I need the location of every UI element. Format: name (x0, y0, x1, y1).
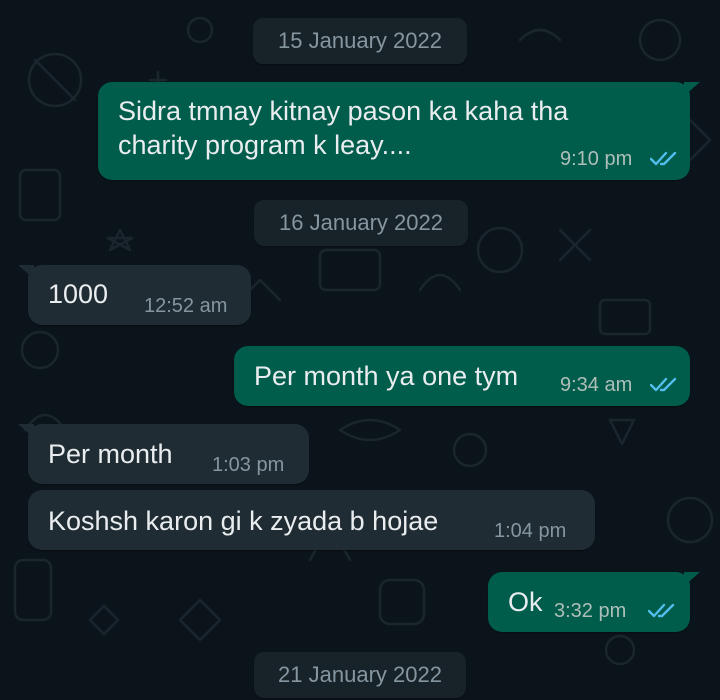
date-separator: 16 January 2022 (254, 200, 468, 246)
outgoing-message[interactable]: Sidra tmnay kitnay pason ka kaha tha cha… (98, 82, 700, 180)
message-time: 9:10 pm (560, 148, 633, 170)
bubble-tail (684, 572, 700, 586)
message-time: 1:03 pm (212, 454, 285, 476)
bubble-tail (684, 82, 700, 96)
message-text: Sidra tmnay kitnay pason ka kaha tha (118, 96, 569, 126)
message-text: Ok (508, 587, 543, 617)
double-check-read-icon (650, 377, 677, 392)
incoming-message[interactable]: Per month 1:03 pm (18, 424, 309, 484)
message-text: Koshsh karon gi k zyada b hojae (48, 506, 439, 536)
date-separator: 15 January 2022 (253, 18, 467, 64)
outgoing-message[interactable]: Per month ya one tym 9:34 am (234, 346, 690, 406)
message-time: 3:32 pm (554, 600, 627, 622)
double-check-read-icon (648, 603, 675, 618)
chat-area[interactable]: 15 January 2022 Sidra tmnay kitnay pason… (0, 0, 720, 700)
bubble-tail (18, 424, 34, 438)
double-check-read-icon (650, 151, 677, 166)
message-time: 9:34 am (560, 374, 633, 396)
bubble-tail (18, 265, 34, 279)
message-text: 1000 (48, 279, 109, 309)
message-text: charity program k leay.... (118, 130, 412, 160)
message-text: Per month (48, 439, 173, 469)
date-separator: 21 January 2022 (254, 652, 466, 698)
outgoing-message[interactable]: Ok 3:32 pm (488, 572, 700, 632)
incoming-message[interactable]: Koshsh karon gi k zyada b hojae 1:04 pm (28, 490, 595, 550)
message-time: 12:52 am (144, 295, 228, 317)
message-time: 1:04 pm (494, 520, 567, 542)
message-text: Per month ya one tym (254, 361, 519, 391)
incoming-message[interactable]: 1000 12:52 am (18, 265, 251, 325)
